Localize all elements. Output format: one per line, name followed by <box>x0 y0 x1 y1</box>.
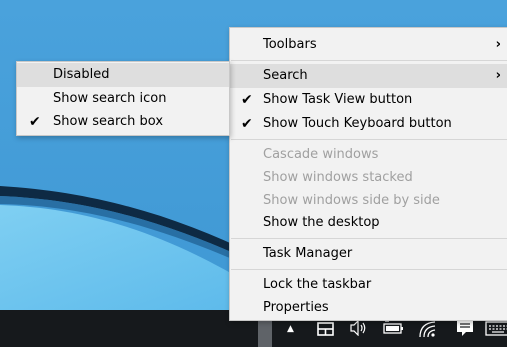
submenu-item-show-search-icon[interactable]: Show search icon <box>17 87 229 111</box>
menu-item-label: Show Touch Keyboard button <box>263 116 452 131</box>
menu-item-show-task-view-button[interactable]: ✔ Show Task View button <box>230 88 507 112</box>
submenu-arrow-icon: › <box>495 68 501 83</box>
submenu-arrow-icon: › <box>495 37 501 52</box>
checkmark-icon: ✔ <box>241 116 253 132</box>
menu-item-label: Properties <box>263 300 329 315</box>
touch-keyboard-icon[interactable] <box>485 321 507 336</box>
menu-separator <box>231 60 507 61</box>
show-hidden-icons-chevron-icon[interactable]: ▲ <box>287 321 294 337</box>
menu-item-properties[interactable]: Properties <box>230 296 507 320</box>
speaker-icon[interactable] <box>350 320 368 336</box>
action-center-notification-icon[interactable] <box>456 319 474 337</box>
menu-separator <box>231 269 507 270</box>
task-view-icon[interactable] <box>317 322 334 336</box>
checkmark-icon: ✔ <box>29 114 41 130</box>
menu-item-label: Show search icon <box>53 91 167 106</box>
battery-icon[interactable] <box>383 321 405 335</box>
taskbar-context-menu: Toolbars › Search › ✔ Show Task View but… <box>229 27 507 321</box>
menu-separator <box>231 139 507 140</box>
menu-item-label: Cascade windows <box>263 147 379 162</box>
menu-item-show-the-desktop[interactable]: Show the desktop <box>230 211 507 235</box>
menu-item-label: Task Manager <box>263 246 353 261</box>
menu-separator <box>231 238 507 239</box>
menu-item-search[interactable]: Search › <box>230 64 507 88</box>
network-wifi-icon[interactable] <box>418 320 438 338</box>
menu-item-show-touch-keyboard-button[interactable]: ✔ Show Touch Keyboard button <box>230 112 507 136</box>
menu-item-label: Show windows stacked <box>263 170 413 185</box>
menu-item-show-windows-side-by-side[interactable]: Show windows side by side <box>230 189 507 213</box>
search-submenu: Disabled Show search icon ✔ Show search … <box>16 61 230 136</box>
menu-item-cascade-windows[interactable]: Cascade windows <box>230 143 507 167</box>
menu-item-label: Search <box>263 68 308 83</box>
menu-item-lock-the-taskbar[interactable]: Lock the taskbar <box>230 273 507 297</box>
checkmark-icon: ✔ <box>241 92 253 108</box>
menu-item-label: Disabled <box>53 67 110 82</box>
menu-item-label: Show search box <box>53 114 164 129</box>
menu-item-toolbars[interactable]: Toolbars › <box>230 33 507 57</box>
menu-item-label: Show Task View button <box>263 92 413 107</box>
submenu-item-show-search-box[interactable]: ✔ Show search box <box>17 110 229 134</box>
menu-item-label: Show the desktop <box>263 215 380 230</box>
menu-item-label: Show windows side by side <box>263 193 440 208</box>
menu-item-label: Lock the taskbar <box>263 277 372 292</box>
menu-item-show-windows-stacked[interactable]: Show windows stacked <box>230 166 507 190</box>
menu-item-task-manager[interactable]: Task Manager <box>230 242 507 266</box>
menu-item-label: Toolbars <box>263 37 317 52</box>
submenu-item-disabled[interactable]: Disabled <box>17 63 229 87</box>
